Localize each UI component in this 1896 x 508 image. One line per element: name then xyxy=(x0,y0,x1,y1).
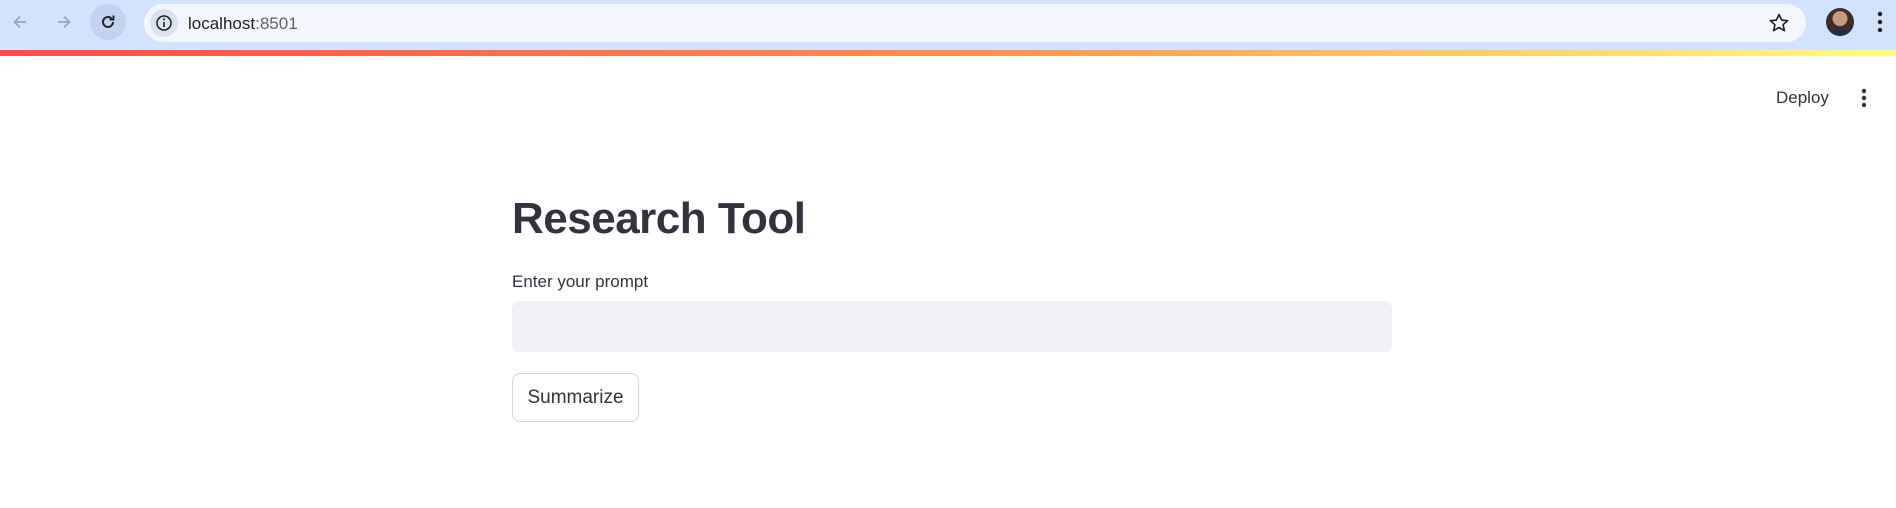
arrow-left-icon xyxy=(13,15,26,29)
reload-icon xyxy=(102,15,115,28)
site-info-button[interactable] xyxy=(150,9,178,37)
header-decoration xyxy=(0,50,1896,56)
url-port: :8501 xyxy=(255,14,298,33)
reload-button[interactable] xyxy=(90,4,126,40)
url-text[interactable]: localhost:8501 xyxy=(188,14,298,34)
bookmark-button[interactable] xyxy=(1768,12,1790,34)
prompt-input[interactable] xyxy=(512,301,1392,352)
address-bar[interactable]: localhost:8501 xyxy=(144,4,1806,42)
forward-button[interactable] xyxy=(46,4,82,40)
profile-avatar[interactable] xyxy=(1826,8,1854,36)
summarize-button[interactable]: Summarize xyxy=(512,373,639,422)
star-icon xyxy=(1769,13,1789,32)
kebab-menu-icon xyxy=(1861,88,1867,108)
info-icon xyxy=(156,15,172,31)
page-title: Research Tool xyxy=(512,194,806,243)
app-menu-button[interactable] xyxy=(1852,84,1876,112)
back-button[interactable] xyxy=(2,4,38,40)
browser-toolbar: localhost:8501 xyxy=(0,0,1896,50)
url-host: localhost xyxy=(188,14,256,33)
deploy-button[interactable]: Deploy xyxy=(1766,82,1839,114)
browser-menu-button[interactable] xyxy=(1868,8,1892,36)
arrow-right-icon xyxy=(58,15,71,29)
kebab-menu-icon xyxy=(1877,11,1883,33)
prompt-label: Enter your prompt xyxy=(512,272,649,291)
